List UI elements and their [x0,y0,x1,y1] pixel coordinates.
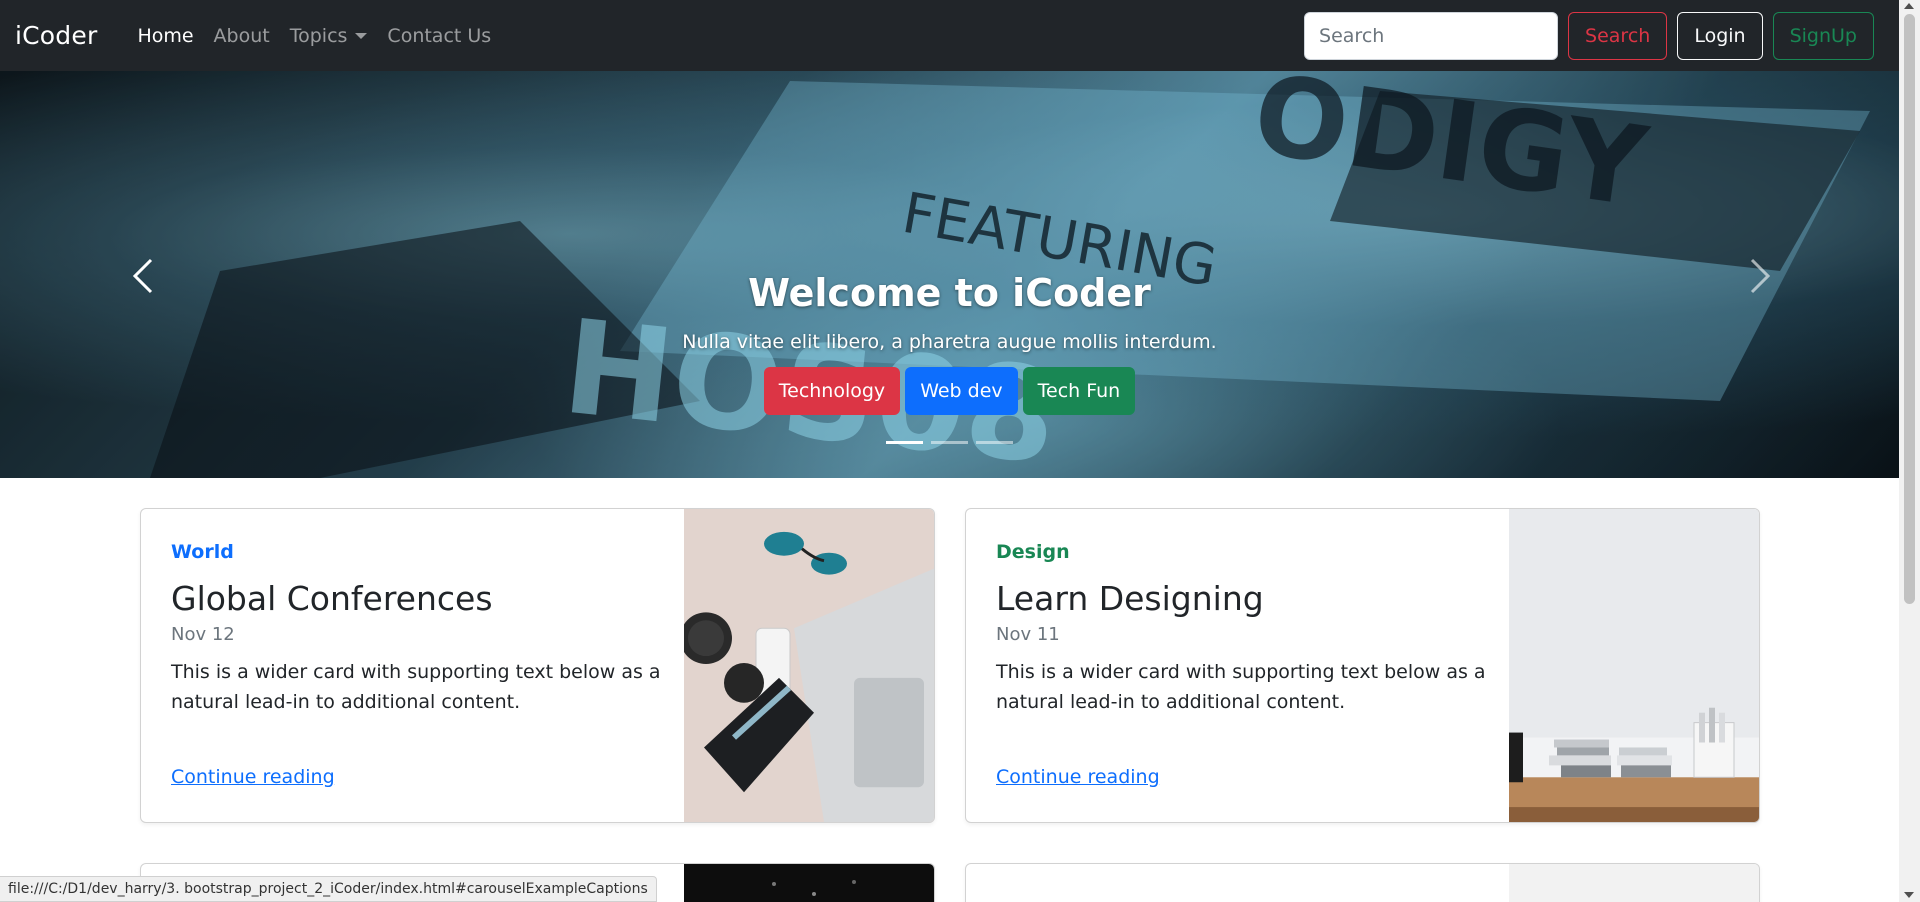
card-date: Nov 11 [996,624,1060,645]
continue-reading-link[interactable]: Continue reading [171,766,335,788]
carousel-indicator-2[interactable] [931,441,968,444]
card-date: Nov 12 [171,624,235,645]
browser-status-url: file:///C:/D1/dev_harry/3. bootstrap_pro… [0,876,657,902]
card-body: World Global Conferences Nov 12 This is … [171,541,671,717]
card-body: Design Learn Designing Nov 11 This is a … [996,541,1496,717]
technology-button[interactable]: Technology [763,367,901,415]
card-image-bookshelf [1509,509,1759,822]
nav-link-home[interactable]: Home [127,17,203,55]
carousel-indicators [0,441,1899,444]
page-scrollbar[interactable] [1899,0,1920,902]
card-row2-right [965,863,1760,902]
scroll-down-icon[interactable] [1904,892,1914,898]
card-title: Global Conferences [171,579,493,618]
scroll-thumb[interactable] [1904,14,1915,604]
carousel-buttons: Technology Web dev Tech Fun [0,367,1899,415]
card-category: Design [996,541,1070,563]
card-global-conferences: World Global Conferences Nov 12 This is … [140,508,935,823]
search-input[interactable] [1304,12,1559,60]
card-text: This is a wider card with supporting tex… [996,661,1486,713]
signup-button[interactable]: SignUp [1772,12,1874,60]
nav-dropdown-topics-label: Topics [289,24,348,47]
caret-down-icon [355,33,368,39]
continue-reading-link[interactable]: Continue reading [996,766,1160,788]
techfun-button[interactable]: Tech Fun [1022,367,1136,415]
card-image-light [1509,864,1759,902]
nav-links: Home About Topics Contact Us [127,17,501,55]
carousel-caption: Welcome to iCoder Nulla vitae elit liber… [0,271,1899,415]
carousel-subtitle: Nulla vitae elit libero, a pharetra augu… [682,331,1217,353]
card-category: World [171,541,234,563]
brand-logo[interactable]: iCoder [15,21,97,50]
card-text: This is a wider card with supporting tex… [171,661,661,713]
nav-link-about[interactable]: About [204,17,280,55]
carousel-indicator-3[interactable] [976,441,1013,444]
nav-dropdown-topics[interactable]: Topics [280,17,378,55]
webdev-button[interactable]: Web dev [905,367,1018,415]
card-image-dark [684,864,934,902]
card-title: Learn Designing [996,579,1264,618]
login-button[interactable]: Login [1677,12,1763,60]
hero-carousel: FEATURING HOS08 ODIGY Welcome to iCoder … [0,71,1899,478]
card-image-desk-items [684,509,934,822]
navbar: iCoder Home About Topics Contact Us Sear… [0,0,1899,71]
card-learn-designing: Design Learn Designing Nov 11 This is a … [965,508,1760,823]
carousel-title: Welcome to iCoder [748,271,1151,315]
nav-right: Search Login SignUp [1304,12,1874,60]
nav-link-contact[interactable]: Contact Us [377,17,501,55]
search-button[interactable]: Search [1568,12,1668,60]
scroll-up-icon[interactable] [1904,3,1914,9]
carousel-indicator-1[interactable] [886,441,923,444]
